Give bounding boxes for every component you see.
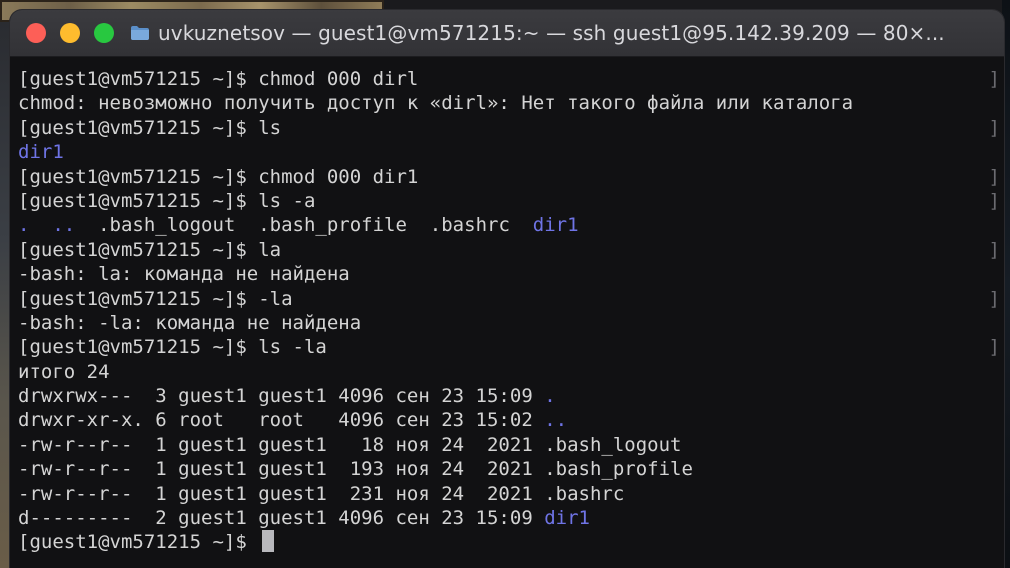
line-text: [guest1@vm571215 ~]$ chmod 000 dir1 xyxy=(18,165,419,188)
line-wrap-marker: ] xyxy=(988,165,1000,188)
line-text: -rw-r--r-- 1 guest1 guest1 193 ноя 24 20… xyxy=(18,458,693,481)
terminal-output[interactable]: [guest1@vm571215 ~]$ chmod 000 dirl] chmo… xyxy=(10,57,1004,568)
terminal-line: drwxr-xr-x. 6 root root 4096 сен 23 15:0… xyxy=(18,408,1004,432)
text-cursor xyxy=(262,530,275,553)
line-text: chmod: невозможно получить доступ к «dir… xyxy=(18,92,854,115)
terminal-line: -rw-r--r-- 1 guest1 guest1 193 ноя 24 20… xyxy=(18,457,1004,481)
terminal-line: drwxrwx--- 3 guest1 guest1 4096 сен 23 1… xyxy=(18,384,1004,408)
terminal-line: [guest1@vm571215 ~]$ ls -la] xyxy=(18,335,1004,359)
window-controls xyxy=(10,23,114,43)
line-wrap-marker: ] xyxy=(988,116,1000,139)
line-text: [guest1@vm571215 ~]$ chmod 000 dirl xyxy=(18,68,419,90)
line-text: .bash_logout .bash_profile .bashrc xyxy=(98,214,533,237)
terminal-line: -rw-r--r-- 1 guest1 guest1 18 ноя 24 202… xyxy=(18,433,1004,457)
directory-name: dir1 xyxy=(544,507,590,530)
line-wrap-marker: ] xyxy=(988,287,1000,310)
terminal-line: [guest1@vm571215 ~]$ ls] xyxy=(18,116,1004,140)
terminal-line: [guest1@vm571215 ~]$ la] xyxy=(18,238,1004,262)
line-text: -rw-r--r-- 1 guest1 guest1 231 ноя 24 20… xyxy=(18,482,625,505)
line-text: drwxr-xr-x. 6 root root 4096 сен 23 15:0… xyxy=(18,409,545,432)
line-text: итого 24 xyxy=(18,360,110,383)
line-wrap-marker: ] xyxy=(988,238,1000,261)
line-text: [guest1@vm571215 ~]$ ls xyxy=(18,116,282,139)
close-button[interactable] xyxy=(26,23,46,43)
line-text: [guest1@vm571215 ~]$ ls -a xyxy=(18,189,316,212)
terminal-line: dir1 xyxy=(18,140,1004,164)
maximize-button[interactable] xyxy=(94,23,114,43)
line-text: [guest1@vm571215 ~]$ la xyxy=(18,238,282,261)
line-text: -bash: -la: команда не найдена xyxy=(18,311,362,334)
line-text: d--------- 2 guest1 guest1 4096 сен 23 1… xyxy=(18,507,545,530)
line-text: [guest1@vm571215 ~]$ -la xyxy=(18,287,293,310)
terminal-line: [guest1@vm571215 ~]$ xyxy=(18,530,1004,554)
window-title: uvkuznetsov — guest1@vm571215:~ — ssh gu… xyxy=(158,21,945,45)
desktop-background-edge xyxy=(0,22,10,568)
line-text: [guest1@vm571215 ~]$ ls -la xyxy=(18,336,327,359)
line-text: -rw-r--r-- 1 guest1 guest1 18 ноя 24 202… xyxy=(18,433,682,456)
directory-name: .. xyxy=(544,409,568,432)
terminal-line: chmod: невозможно получить доступ к «dir… xyxy=(18,91,1004,115)
directory-name: . .. xyxy=(18,214,99,237)
line-text: drwxrwx--- 3 guest1 guest1 4096 сен 23 1… xyxy=(18,385,545,408)
terminal-line: [guest1@vm571215 ~]$ -la] xyxy=(18,287,1004,311)
terminal-line: d--------- 2 guest1 guest1 4096 сен 23 1… xyxy=(18,506,1004,530)
terminal-line: -rw-r--r-- 1 guest1 guest1 231 ноя 24 20… xyxy=(18,482,1004,506)
minimize-button[interactable] xyxy=(60,23,80,43)
terminal-line: [guest1@vm571215 ~]$ chmod 000 dirl] xyxy=(18,67,1004,91)
line-text: [guest1@vm571215 ~]$ xyxy=(18,531,259,554)
desktop: uvkuznetsov — guest1@vm571215:~ — ssh gu… xyxy=(0,0,1010,568)
terminal-line: . .. .bash_logout .bash_profile .bashrc … xyxy=(18,213,1004,237)
terminal-line: [guest1@vm571215 ~]$ ls -a] xyxy=(18,189,1004,213)
directory-name: . xyxy=(544,385,556,408)
line-wrap-marker: ] xyxy=(988,336,1000,359)
terminal-line: -bash: -la: команда не найдена xyxy=(18,311,1004,335)
terminal-window[interactable]: uvkuznetsov — guest1@vm571215:~ — ssh gu… xyxy=(10,10,1004,568)
line-wrap-marker: ] xyxy=(988,189,1000,212)
window-titlebar[interactable]: uvkuznetsov — guest1@vm571215:~ — ssh gu… xyxy=(10,10,1004,57)
line-wrap-marker: ] xyxy=(988,68,1000,90)
directory-name: dir1 xyxy=(532,214,579,237)
folder-icon xyxy=(130,25,150,41)
directory-name: dir1 xyxy=(18,141,64,164)
terminal-line: [guest1@vm571215 ~]$ chmod 000 dir1] xyxy=(18,165,1004,189)
terminal-line: итого 24 xyxy=(18,360,1004,384)
line-text: -bash: la: команда не найдена xyxy=(18,263,350,286)
terminal-line: -bash: la: команда не найдена xyxy=(18,262,1004,286)
